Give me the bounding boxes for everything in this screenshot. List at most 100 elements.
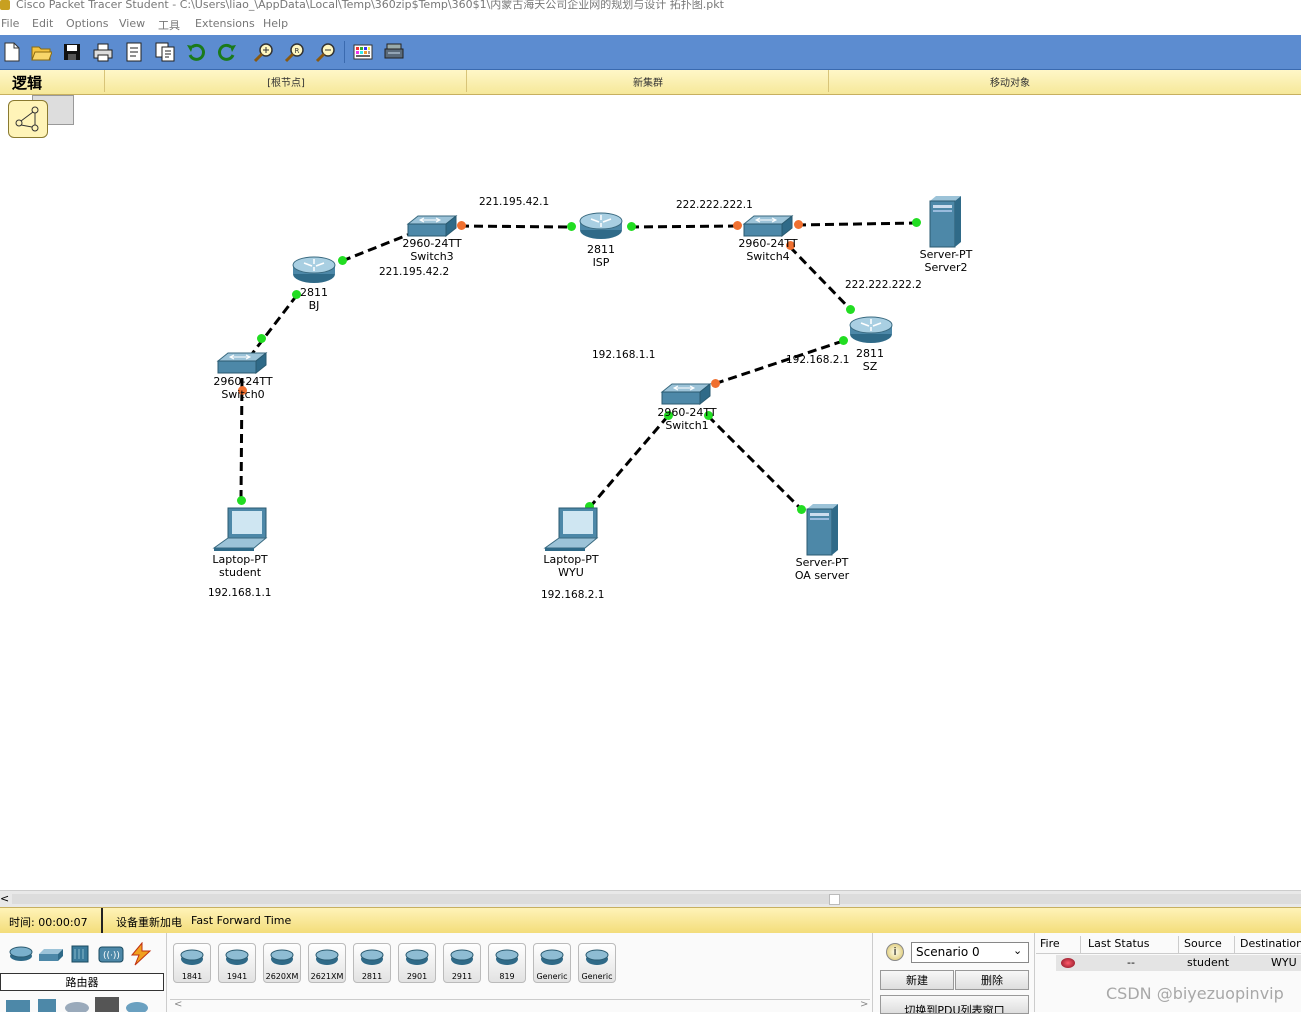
column-header-fire[interactable]: Fire — [1040, 937, 1060, 950]
new-scenario-button[interactable]: 新建 — [880, 970, 954, 990]
device-model-2811[interactable]: 2811 — [353, 943, 391, 983]
scrollbar-thumb[interactable] — [12, 894, 1301, 904]
router-icon — [540, 949, 564, 965]
student-label: Laptop-PT student — [212, 553, 267, 579]
menu-view[interactable]: View — [119, 17, 145, 30]
logical-workspace-tab[interactable]: 逻辑 — [12, 72, 42, 93]
bj-router-device[interactable] — [291, 255, 337, 288]
router-icon — [180, 949, 204, 965]
device-model-2621xm[interactable]: 2621XM — [308, 943, 346, 983]
time-display: 时间: 00:00:07 — [9, 916, 88, 929]
router-category-icon[interactable] — [8, 945, 34, 963]
device-name: ISP — [592, 256, 610, 269]
info-icon[interactable]: i — [886, 943, 904, 961]
workspace-bar: 逻辑 [根节点] 新集群 移动对象 — [0, 70, 1301, 95]
redo-icon[interactable] — [215, 40, 239, 64]
svg-text:R: R — [295, 47, 300, 55]
scenario-select[interactable]: Scenario 0 ⌄ — [911, 942, 1029, 963]
model-label: 2811 — [361, 972, 383, 981]
open-folder-icon[interactable] — [29, 40, 53, 64]
root-node-button[interactable]: [根节点] — [104, 70, 467, 92]
menu-extensions[interactable]: Extensions — [195, 17, 255, 30]
device-name: Switch1 — [665, 419, 709, 432]
menu-file[interactable]: File — [1, 17, 19, 30]
wireless-category-icon[interactable]: ((·)) — [98, 944, 124, 964]
ip-label: 192.168.2.1 — [541, 589, 605, 601]
student-laptop-device[interactable] — [212, 506, 270, 555]
link-up-indicator — [839, 336, 848, 345]
menu-options[interactable]: Options — [66, 17, 108, 30]
wyu-laptop-device[interactable] — [543, 506, 601, 555]
column-divider — [1080, 936, 1081, 953]
fast-forward-button[interactable]: Fast Forward Time — [191, 914, 291, 927]
isp-router-device[interactable] — [578, 211, 624, 244]
print-icon[interactable] — [91, 40, 115, 64]
laptop-icon — [543, 507, 599, 551]
zoom-reset-icon[interactable]: R — [283, 40, 307, 64]
device-name: WYU — [558, 566, 584, 579]
device-model-2901[interactable]: 2901 — [398, 943, 436, 983]
model-label: 1841 — [181, 972, 203, 981]
server2-label: Server-PT Server2 — [920, 248, 973, 274]
sub-category-icons[interactable] — [0, 995, 160, 1014]
svg-text:((·)): ((·)) — [103, 951, 120, 961]
move-object-button[interactable]: 移动对象 — [828, 70, 1191, 92]
activity-wizard-icon[interactable] — [122, 40, 146, 64]
undo-icon[interactable] — [184, 40, 208, 64]
column-divider — [1234, 936, 1235, 953]
server2-device[interactable] — [928, 195, 962, 252]
hub-category-icon[interactable] — [70, 944, 90, 964]
title-bar: Cisco Packet Tracer Student - C:\Users\l… — [0, 0, 1301, 14]
table-row[interactable]: -- student WYU — [1056, 955, 1301, 971]
ip-label: 222.222.222.2 — [845, 279, 922, 291]
menu-help[interactable]: Help — [263, 17, 288, 30]
menu-tools[interactable]: 工具 — [158, 17, 180, 33]
device-model-819[interactable]: 819 — [488, 943, 526, 983]
device-model-1941[interactable]: 1941 — [218, 943, 256, 983]
delete-scenario-label: 删除 — [981, 974, 1003, 987]
router-icon — [849, 316, 893, 343]
category-name: 路由器 — [65, 976, 99, 989]
zoom-in-icon[interactable] — [252, 40, 276, 64]
sz-router-device[interactable] — [848, 315, 894, 348]
device-model-generic[interactable]: Generic — [578, 943, 616, 983]
device-name: OA server — [794, 569, 850, 582]
switch3-label: 2960-24TT Switch3 — [402, 237, 461, 263]
switch-category-icon[interactable] — [38, 947, 64, 963]
device-model-generic[interactable]: Generic — [533, 943, 571, 983]
toggle-pdu-list-button[interactable]: 切换到PDU列表窗口 — [880, 995, 1029, 1014]
device-model-2620xm[interactable]: 2620XM — [263, 943, 301, 983]
scroll-right-icon[interactable]: > — [860, 999, 868, 1010]
column-header-last-status[interactable]: Last Status — [1088, 937, 1149, 950]
topology-canvas[interactable]: 2960-24TT Switch3 2811 ISP 2960-24TT Swi… — [0, 95, 1301, 890]
switch0-device[interactable] — [216, 351, 268, 378]
scroll-grip[interactable] — [829, 894, 840, 905]
menu-edit[interactable]: Edit — [32, 17, 53, 30]
link-up-indicator — [846, 305, 855, 314]
oa-server-device[interactable] — [805, 503, 839, 560]
column-header-source[interactable]: Source — [1184, 937, 1222, 950]
model-scrollbar[interactable]: < > — [170, 999, 870, 1012]
delete-scenario-button[interactable]: 删除 — [955, 970, 1029, 990]
palette-icon[interactable] — [351, 40, 375, 64]
new-file-icon[interactable] — [0, 40, 24, 64]
horizontal-scrollbar[interactable]: < — [0, 890, 1301, 907]
connection-category-icon[interactable] — [128, 941, 154, 966]
save-icon[interactable] — [60, 40, 84, 64]
scroll-left-icon[interactable]: < — [174, 999, 182, 1010]
bottom-panel: ((·)) 路由器 1841 1941 2620XM 2621XM 2811 2… — [0, 933, 1301, 1014]
scroll-left-icon[interactable]: < — [0, 892, 9, 905]
device-model-2911[interactable]: 2911 — [443, 943, 481, 983]
new-cluster-button[interactable]: 新集群 — [466, 70, 829, 92]
copy-icon[interactable] — [153, 40, 177, 64]
device-model-1841[interactable]: 1841 — [173, 943, 211, 983]
custom-device-icon[interactable] — [382, 40, 406, 64]
zoom-out-icon[interactable] — [314, 40, 338, 64]
link-up-indicator — [257, 334, 266, 343]
power-cycle-button[interactable]: 设备重新加电 — [116, 914, 182, 930]
link-starting-indicator — [794, 220, 803, 229]
link-up-indicator — [237, 496, 246, 505]
main-toolbar: R — [0, 35, 1301, 70]
switch1-device[interactable] — [660, 382, 712, 409]
column-header-destination[interactable]: Destination — [1240, 937, 1301, 950]
